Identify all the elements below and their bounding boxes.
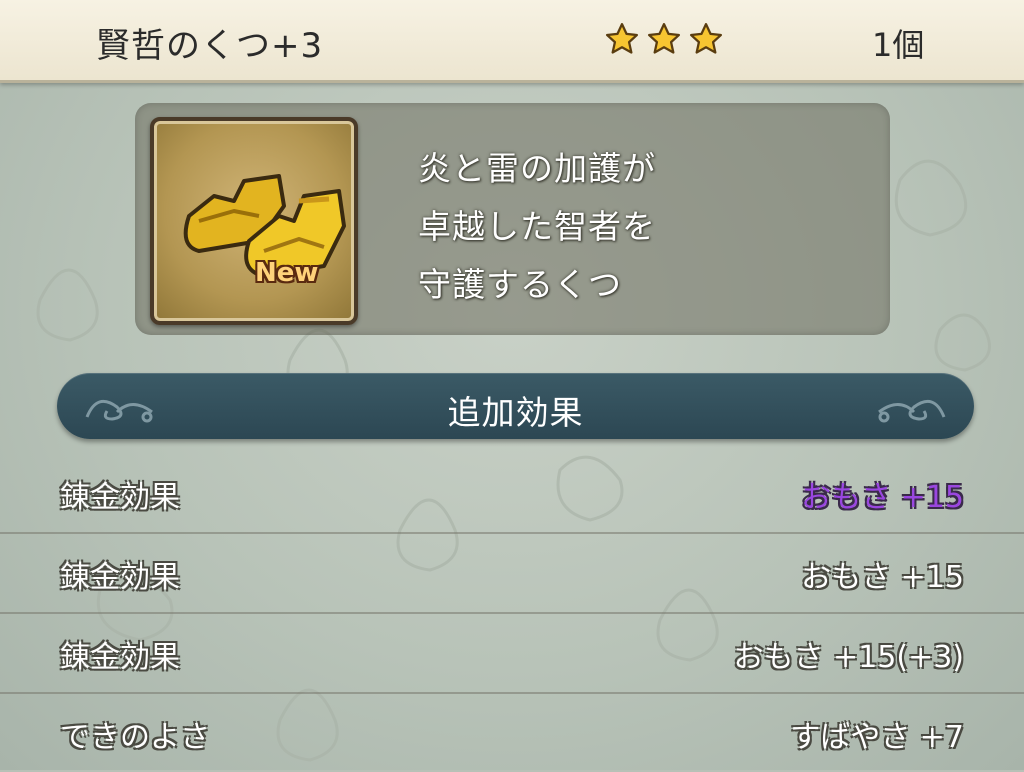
item-icon-frame[interactable]	[150, 117, 358, 325]
effect-label: 錬金効果	[60, 480, 180, 515]
description-line: 守護するくつ	[418, 265, 622, 304]
item-name: 賢哲のくつ+3	[96, 26, 324, 66]
item-count: 1個	[872, 26, 925, 64]
effect-row: できのよさ すばやさ +7	[0, 692, 1024, 772]
additional-effects-header: 追加効果	[57, 373, 974, 439]
flourish-right-icon	[878, 399, 946, 423]
new-badge: New	[255, 258, 319, 288]
effect-row: 錬金効果 おもさ +15	[0, 532, 1024, 614]
rarity-stars	[605, 22, 723, 56]
star-icon	[605, 22, 639, 56]
effect-label: できのよさ	[60, 720, 210, 755]
star-icon	[689, 22, 723, 56]
item-description: 炎と雷の加護が 卓越した智者を 守護するくつ	[418, 140, 868, 314]
effect-row: 錬金効果 おもさ +15(+3)	[0, 612, 1024, 694]
description-line: 炎と雷の加護が	[418, 149, 656, 188]
effect-row: 錬金効果 おもさ +15	[0, 452, 1024, 534]
description-line: 卓越した智者を	[418, 207, 656, 246]
item-header: 賢哲のくつ+3 1個	[0, 0, 1024, 83]
effect-value: おもさ +15(+3)	[733, 640, 964, 675]
effect-value: おもさ +15	[801, 560, 964, 595]
effect-label: 錬金効果	[60, 640, 180, 675]
effect-label: 錬金効果	[60, 560, 180, 595]
star-icon	[647, 22, 681, 56]
section-title: 追加効果	[447, 393, 584, 432]
effect-value: すばやさ +7	[790, 720, 964, 755]
effect-value: おもさ +15	[801, 480, 964, 515]
golden-boots-icon	[183, 174, 346, 278]
